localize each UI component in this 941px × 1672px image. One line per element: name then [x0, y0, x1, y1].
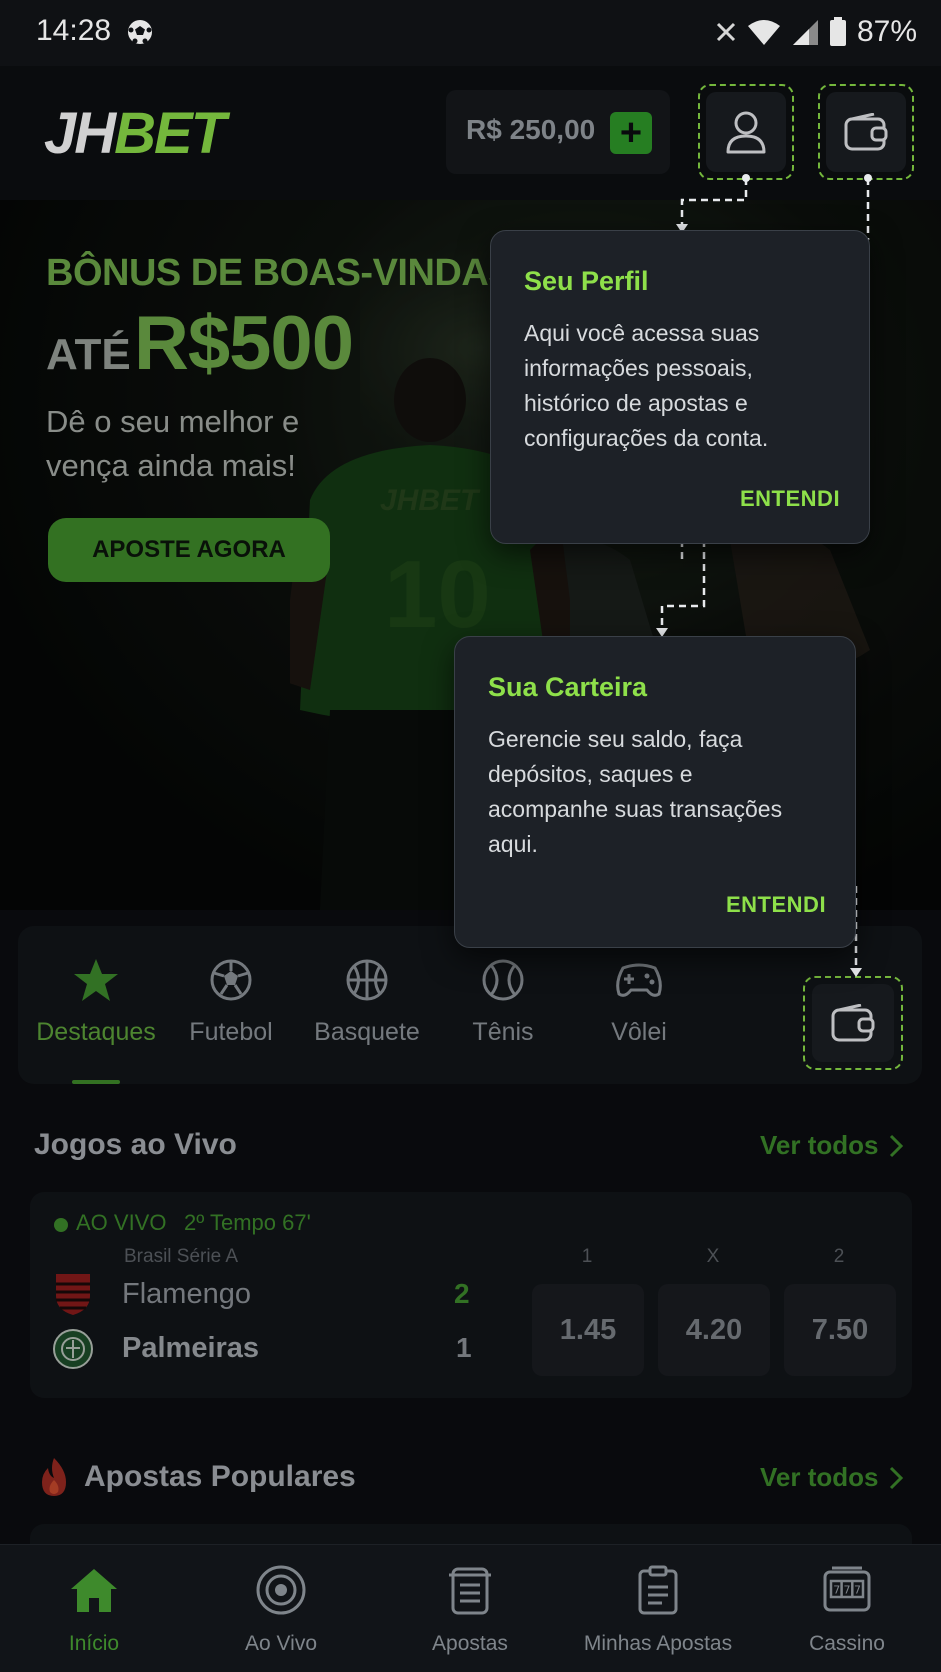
wallet-tooltip-title: Sua Carteira	[488, 672, 648, 702]
svg-text:7: 7	[844, 1584, 851, 1597]
profile-tooltip-text: Aqui você acessa suas informações pessoa…	[524, 320, 769, 451]
slot-machine-icon: 777	[817, 1560, 877, 1620]
nav-label: Cassino	[809, 1632, 885, 1655]
nav-cassino[interactable]: 777 Cassino	[757, 1560, 937, 1656]
bets-icon	[440, 1560, 500, 1620]
profile-tooltip-ok-button[interactable]: ENTENDI	[740, 486, 840, 512]
nav-label: Início	[68, 1632, 120, 1655]
nav-apostas[interactable]: Apostas	[380, 1560, 560, 1656]
nav-label: Apostas	[432, 1632, 508, 1655]
live-icon	[251, 1560, 311, 1620]
wallet-tooltip-text: Gerencie seu saldo, faça depósitos, saqu…	[488, 726, 783, 857]
nav-label: Ao Vivo	[245, 1632, 317, 1655]
home-icon	[64, 1560, 124, 1620]
nav-inicio[interactable]: Início	[4, 1560, 184, 1656]
profile-tooltip-title: Seu Perfil	[524, 266, 649, 296]
nav-minhas-apostas[interactable]: Minhas Apostas	[568, 1560, 748, 1656]
nav-label: Minhas Apostas	[583, 1632, 733, 1655]
svg-text:7: 7	[833, 1584, 840, 1597]
nav-ao-vivo[interactable]: Ao Vivo	[191, 1560, 371, 1656]
my-bets-icon	[628, 1560, 688, 1620]
svg-text:7: 7	[854, 1584, 861, 1597]
wallet-tooltip-ok-button[interactable]: ENTENDI	[726, 892, 826, 918]
